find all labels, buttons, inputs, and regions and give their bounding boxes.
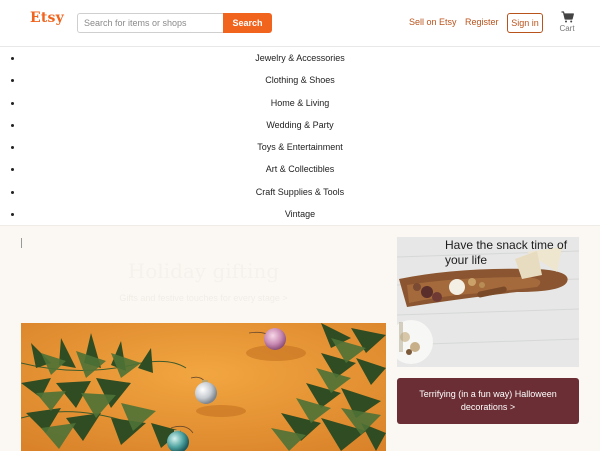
divider xyxy=(21,238,22,248)
category-item-wedding[interactable]: Wedding & Party xyxy=(0,114,600,136)
category-link[interactable]: Home & Living xyxy=(271,98,330,108)
main-content: Holiday gifting Gifts and festive touche… xyxy=(0,225,600,451)
site-header: Etsy Search Sell on Etsy Register Sign i… xyxy=(0,0,600,47)
hero-image[interactable] xyxy=(21,323,386,451)
etsy-logo[interactable]: Etsy xyxy=(30,10,64,26)
cart-button[interactable]: Cart xyxy=(554,11,580,37)
search-button[interactable]: Search xyxy=(223,13,272,33)
category-link[interactable]: Art & Collectibles xyxy=(266,164,335,174)
category-item-home[interactable]: Home & Living xyxy=(0,92,600,114)
snack-promo-title[interactable]: Have the snack time of your life xyxy=(445,238,575,268)
category-item-clothing[interactable]: Clothing & Shoes xyxy=(0,69,600,91)
search-input[interactable] xyxy=(77,13,224,33)
category-link[interactable]: Wedding & Party xyxy=(266,120,333,130)
shopping-cart-icon xyxy=(561,11,574,23)
category-item-jewelry[interactable]: Jewelry & Accessories xyxy=(0,47,600,69)
category-item-vintage[interactable]: Vintage xyxy=(0,203,600,225)
category-item-art[interactable]: Art & Collectibles xyxy=(0,158,600,180)
sign-in-button[interactable]: Sign in xyxy=(507,13,543,33)
holiday-ornaments-image xyxy=(21,323,386,451)
category-link[interactable]: Clothing & Shoes xyxy=(265,75,335,85)
cart-label: Cart xyxy=(559,24,575,33)
hero-subtitle-link[interactable]: Gifts and festive touches for every stag… xyxy=(21,293,386,303)
halloween-promo-label: Terrifying (in a fun way) Halloween deco… xyxy=(419,389,557,412)
sell-on-etsy-link[interactable]: Sell on Etsy xyxy=(409,17,457,27)
category-link[interactable]: Jewelry & Accessories xyxy=(255,53,345,63)
hero-title[interactable]: Holiday gifting xyxy=(21,259,386,283)
register-link[interactable]: Register xyxy=(465,17,499,27)
halloween-promo-card[interactable]: Terrifying (in a fun way) Halloween deco… xyxy=(397,378,579,424)
category-item-toys[interactable]: Toys & Entertainment xyxy=(0,136,600,158)
category-nav: Jewelry & Accessories Clothing & Shoes H… xyxy=(0,47,600,225)
category-link[interactable]: Toys & Entertainment xyxy=(257,142,343,152)
category-item-craft[interactable]: Craft Supplies & Tools xyxy=(0,181,600,203)
category-link[interactable]: Craft Supplies & Tools xyxy=(256,187,344,197)
category-link[interactable]: Vintage xyxy=(285,209,315,219)
